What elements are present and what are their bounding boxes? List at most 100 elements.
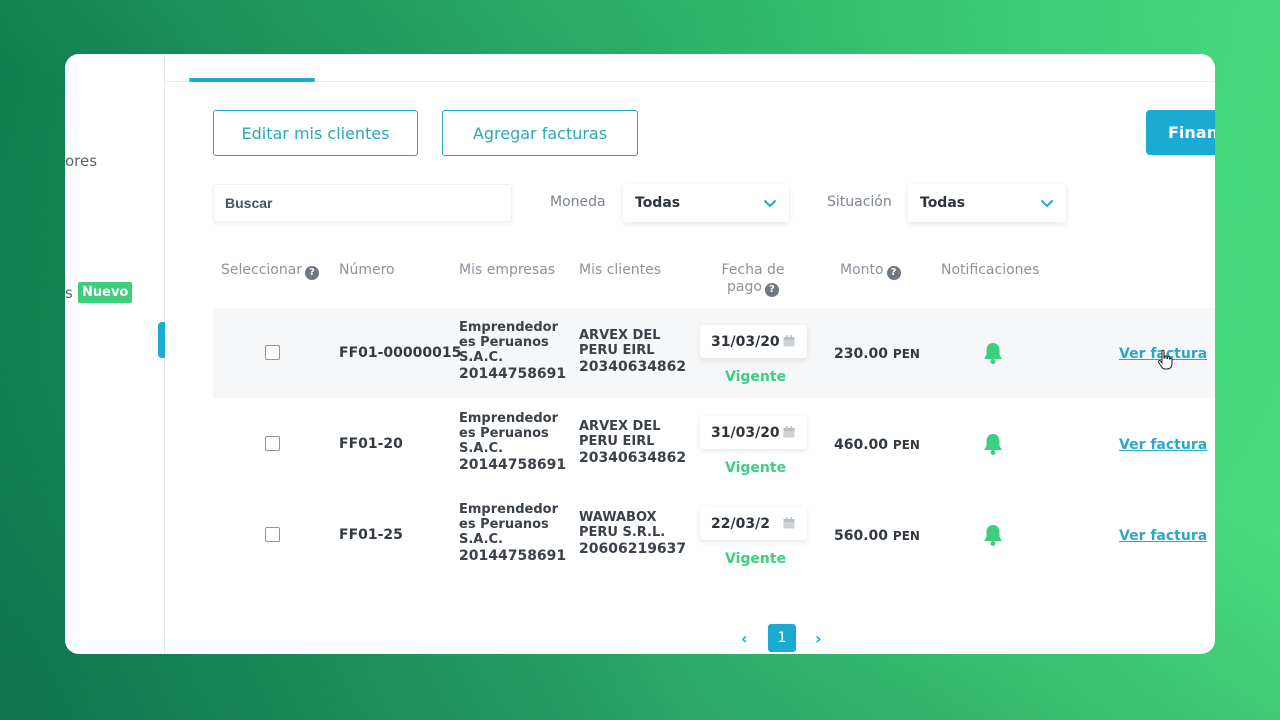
- finance-button[interactable]: Finan: [1146, 110, 1215, 155]
- currency-select-value: Todas: [635, 195, 681, 211]
- bell-icon[interactable]: [982, 432, 1004, 456]
- chevron-down-icon: [1041, 200, 1053, 208]
- amount-cell: 560.00 PEN: [834, 528, 920, 544]
- status-text: Vigente: [725, 369, 787, 385]
- edit-clients-button[interactable]: Editar mis clientes: [213, 110, 418, 156]
- status-select-value: Todas: [920, 195, 966, 211]
- row-checkbox[interactable]: [265, 345, 280, 360]
- next-page-button[interactable]: ›: [815, 629, 822, 648]
- status-text: Vigente: [725, 551, 787, 567]
- company-cell: Emprendedor es Peruanos S.A.C. 201447586…: [459, 320, 566, 382]
- client-cell: ARVEX DEL PERU EIRL 20340634862: [579, 419, 686, 466]
- client-name-line: ARVEX DEL: [579, 419, 661, 434]
- help-icon[interactable]: ?: [764, 283, 779, 297]
- hand-cursor-icon: [1157, 349, 1173, 370]
- header-payment-date-line1: Fecha de: [721, 262, 785, 278]
- calendar-icon[interactable]: [782, 516, 796, 530]
- client-ruc: 20340634862: [579, 359, 687, 375]
- new-badge: Nuevo: [78, 282, 133, 303]
- payment-date-value: 31/03/20: [711, 424, 780, 441]
- company-ruc: 20144758691: [459, 366, 567, 382]
- amount-cell: 230.00 PEN: [834, 346, 920, 362]
- header-amount: Monto?: [840, 262, 901, 280]
- header-companies: Mis empresas: [459, 262, 556, 278]
- currency-code: PEN: [892, 529, 920, 543]
- client-name-line: ARVEX DEL: [579, 328, 661, 343]
- company-ruc: 20144758691: [459, 548, 567, 564]
- company-name-line: S.A.C.: [459, 350, 504, 365]
- calendar-icon[interactable]: [782, 425, 796, 439]
- status-text: Vigente: [725, 460, 787, 476]
- currency-code: PEN: [892, 438, 920, 452]
- client-cell: WAWABOX PERU S.R.L. 20606219637: [579, 510, 686, 557]
- row-checkbox[interactable]: [265, 527, 280, 542]
- payment-date-input[interactable]: 31/03/20: [700, 325, 807, 358]
- sidebar-item-label[interactable]: ores: [65, 152, 97, 170]
- client-ruc: 20340634862: [579, 450, 687, 466]
- header-payment-date-line2: pago: [727, 279, 762, 295]
- tab-bar: [165, 54, 1215, 82]
- header-payment-date: Fecha de pago?: [709, 262, 797, 297]
- header-notifications: Notificaciones: [941, 262, 1040, 278]
- client-name-line: PERU EIRL: [579, 343, 655, 358]
- client-cell: ARVEX DEL PERU EIRL 20340634862: [579, 328, 686, 375]
- sidebar-active-indicator: [158, 322, 165, 358]
- invoice-number: FF01-20: [339, 436, 403, 452]
- page-number-button[interactable]: 1: [768, 624, 796, 652]
- sidebar: ores s Nuevo: [65, 54, 165, 654]
- prev-page-button[interactable]: ‹: [741, 629, 748, 648]
- amount-cell: 460.00 PEN: [834, 437, 920, 453]
- payment-date-input[interactable]: 22/03/2: [700, 507, 807, 540]
- app-window: ores s Nuevo Editar mis clientes Agregar…: [65, 54, 1215, 654]
- view-invoice-link[interactable]: Ver factura: [1119, 528, 1207, 544]
- company-name-line: Emprendedor: [459, 411, 558, 426]
- search-input[interactable]: Buscar: [213, 184, 512, 222]
- currency-code: PEN: [892, 347, 920, 361]
- header-clients: Mis clientes: [579, 262, 662, 278]
- client-name-line: PERU S.R.L.: [579, 525, 666, 540]
- payment-date-value: 31/03/20: [711, 333, 780, 350]
- company-name-line: S.A.C.: [459, 441, 504, 456]
- row-checkbox[interactable]: [265, 436, 280, 451]
- payment-date-value: 22/03/2: [711, 515, 770, 532]
- header-select-label: Seleccionar: [221, 262, 303, 278]
- client-name-line: PERU EIRL: [579, 434, 655, 449]
- currency-select[interactable]: Todas: [623, 184, 789, 222]
- status-select[interactable]: Todas: [908, 184, 1066, 222]
- currency-label: Moneda: [550, 194, 606, 210]
- amount-value: 230.00: [834, 346, 889, 362]
- company-name-line: S.A.C.: [459, 532, 504, 547]
- table-row: FF01-25 Emprendedor es Peruanos S.A.C. 2…: [213, 490, 1215, 580]
- chevron-down-icon: [764, 200, 776, 208]
- sidebar-item-label[interactable]: s: [65, 284, 73, 302]
- bell-icon[interactable]: [982, 523, 1004, 547]
- help-icon[interactable]: ?: [886, 266, 901, 280]
- payment-date-input[interactable]: 31/03/20: [700, 416, 807, 449]
- bell-icon[interactable]: [982, 341, 1004, 365]
- help-icon[interactable]: ?: [305, 266, 320, 280]
- company-name-line: Emprendedor: [459, 320, 558, 335]
- client-ruc: 20606219637: [579, 541, 687, 557]
- header-number: Número: [339, 262, 395, 278]
- company-cell: Emprendedor es Peruanos S.A.C. 201447586…: [459, 411, 566, 473]
- header-select: Seleccionar?: [221, 262, 320, 280]
- active-tab-underline: [189, 78, 315, 82]
- view-invoice-link[interactable]: Ver factura: [1119, 437, 1207, 453]
- amount-value: 560.00: [834, 528, 889, 544]
- company-name-line: es Peruanos: [459, 426, 549, 441]
- add-invoices-button[interactable]: Agregar facturas: [442, 110, 638, 156]
- company-name-line: Emprendedor: [459, 502, 558, 517]
- client-name-line: WAWABOX: [579, 510, 657, 525]
- table-row: FF01-00000015 Emprendedor es Peruanos S.…: [213, 308, 1215, 398]
- company-name-line: es Peruanos: [459, 335, 549, 350]
- invoice-number: FF01-00000015: [339, 345, 462, 361]
- company-ruc: 20144758691: [459, 457, 567, 473]
- calendar-icon[interactable]: [782, 334, 796, 348]
- header-amount-label: Monto: [840, 262, 884, 278]
- invoice-number: FF01-25: [339, 527, 403, 543]
- status-label: Situación: [827, 194, 892, 210]
- company-name-line: es Peruanos: [459, 517, 549, 532]
- company-cell: Emprendedor es Peruanos S.A.C. 201447586…: [459, 502, 566, 564]
- table-row: FF01-20 Emprendedor es Peruanos S.A.C. 2…: [213, 399, 1215, 489]
- amount-value: 460.00: [834, 437, 889, 453]
